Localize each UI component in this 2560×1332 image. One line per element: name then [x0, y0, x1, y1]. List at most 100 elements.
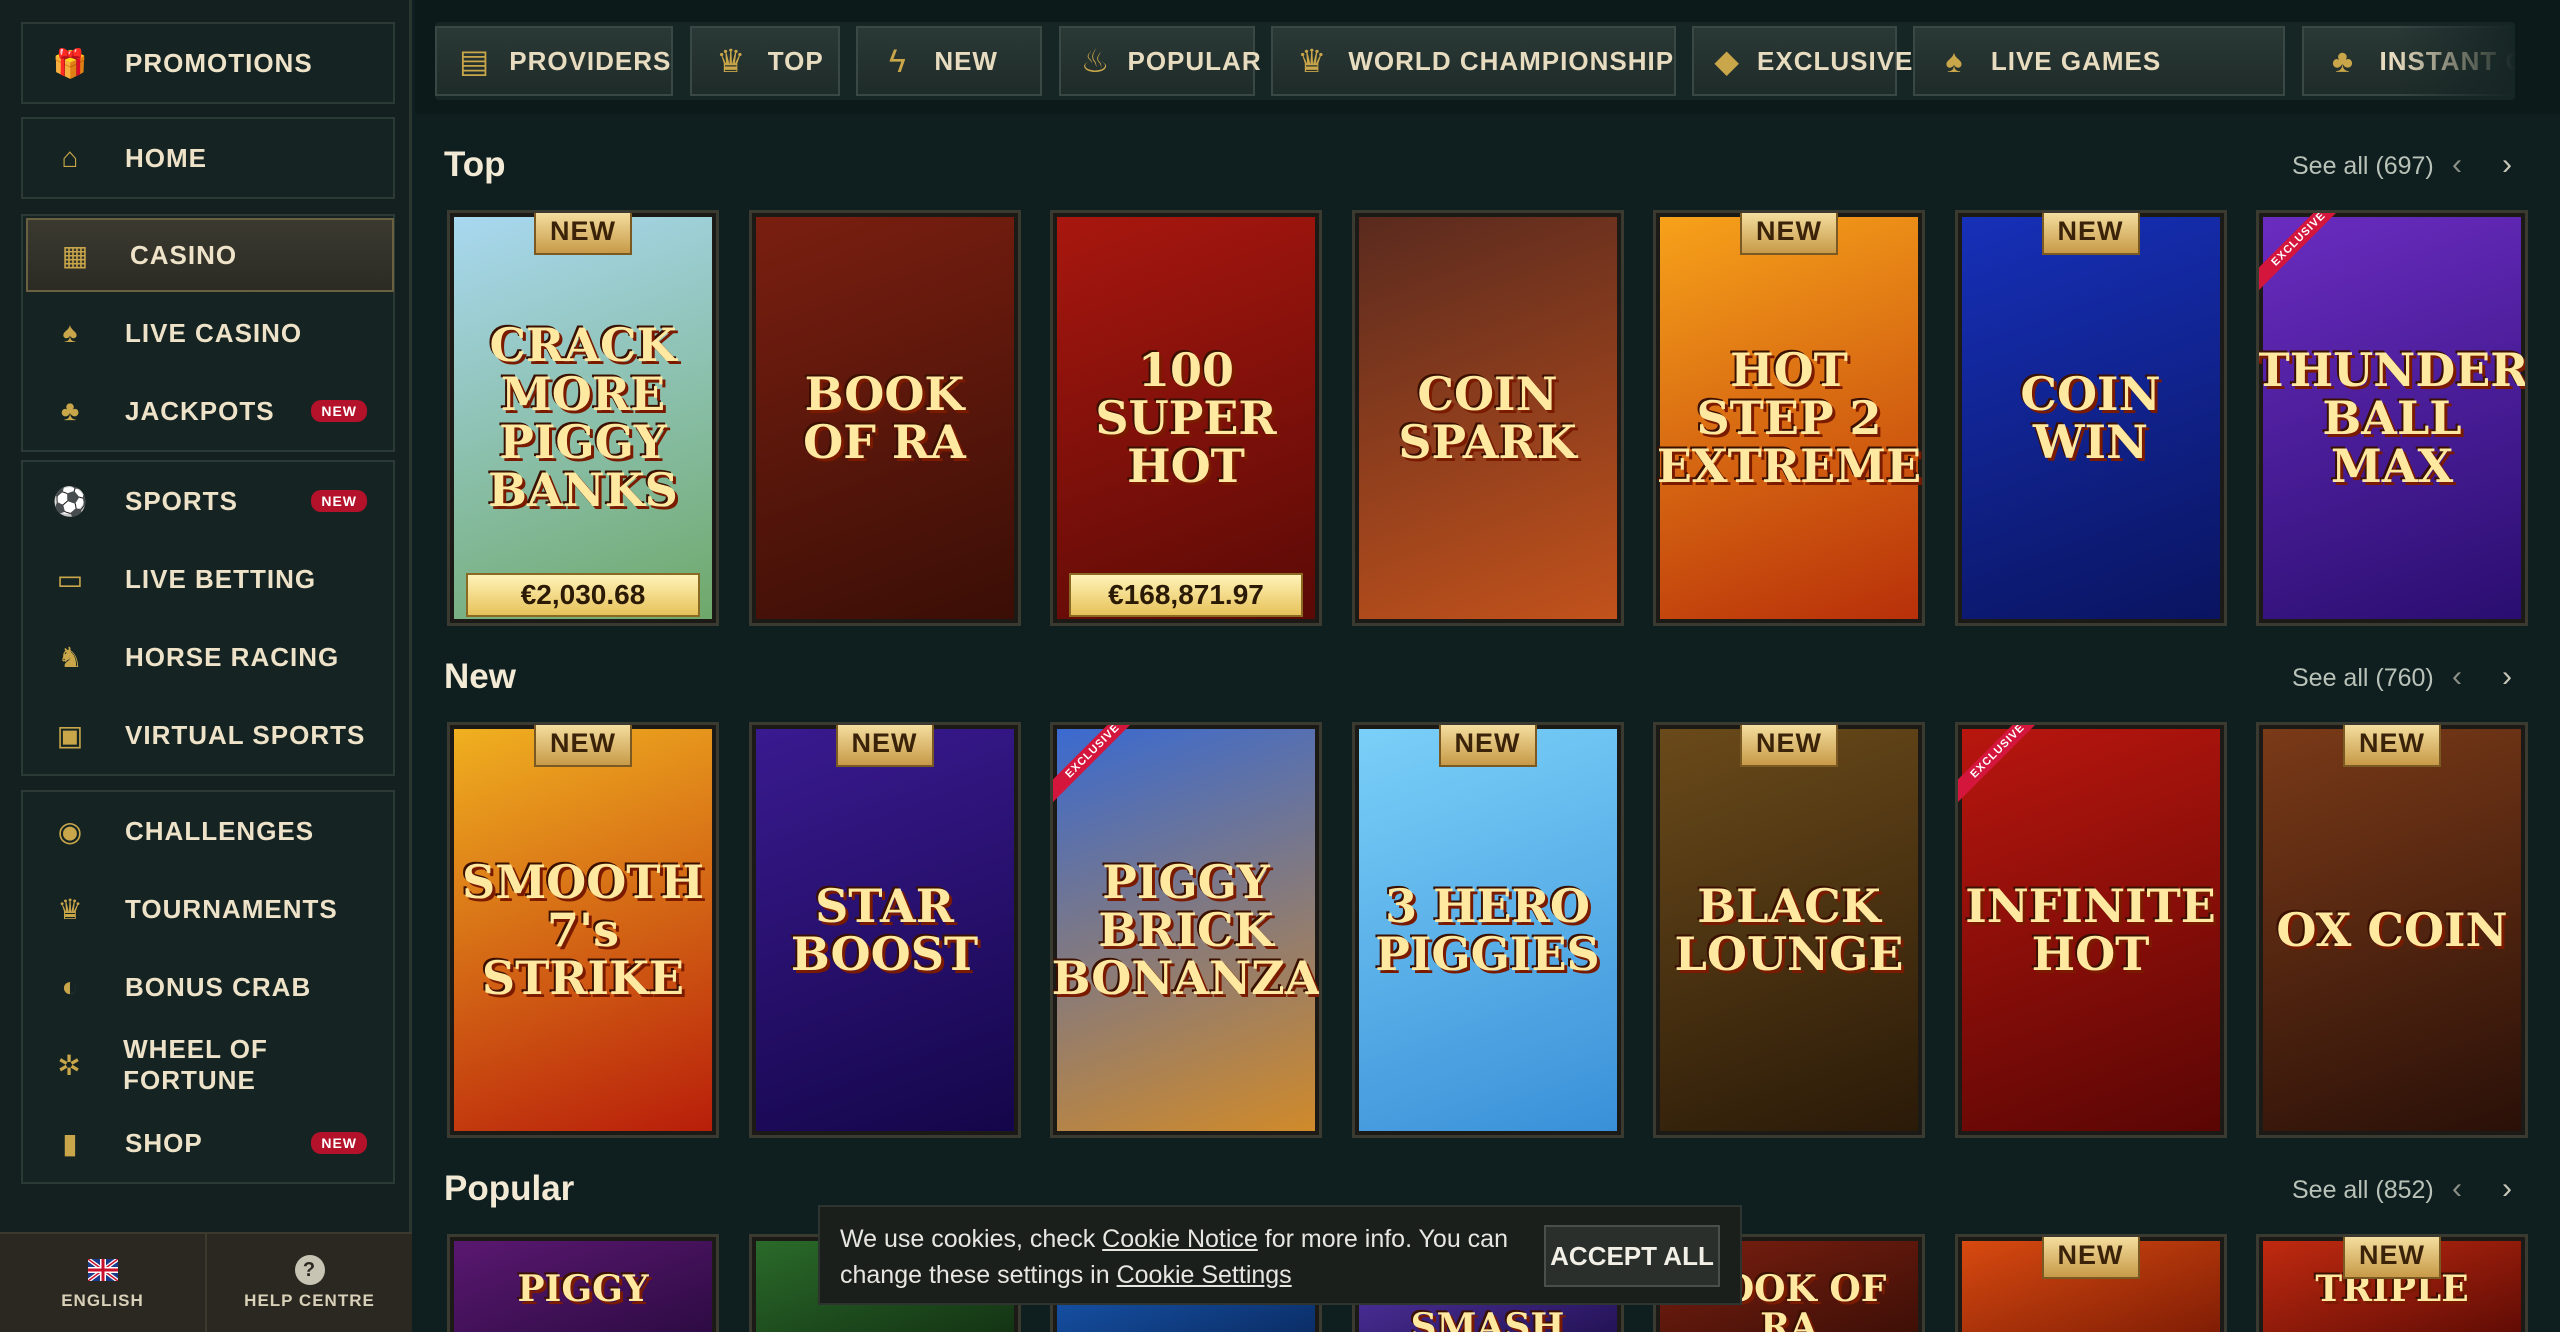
game-card[interactable]: STAR BOOST NEW — [748, 722, 1021, 1138]
game-card[interactable]: TRIPLE NEW — [2256, 1234, 2528, 1332]
new-next-arrow-icon[interactable]: › — [2502, 660, 2512, 694]
new-prev-arrow-icon[interactable]: ‹ — [2452, 660, 2462, 694]
tab-providers[interactable]: ▤ PROVIDERS — [435, 26, 674, 96]
wheel-icon: ✲ — [57, 1049, 81, 1081]
new-ribbon: NEW — [2041, 1237, 2140, 1279]
sidebar-item-sports[interactable]: ⚽ SPORTS NEW — [23, 462, 393, 540]
cookie-settings-link[interactable]: Cookie Settings — [1117, 1261, 1292, 1289]
sidebar-item-home[interactable]: ⌂ HOME — [23, 119, 393, 197]
game-card[interactable]: 3 HERO PIGGIES NEW — [1351, 722, 1624, 1138]
tab-exclusive[interactable]: ◆ EXCLUSIVE — [1692, 26, 1912, 96]
trophy-icon: ♛ — [57, 893, 83, 925]
sidebar-item-promotions[interactable]: 🎁 PROMOTIONS — [23, 24, 393, 102]
tv-icon: ▣ — [56, 719, 84, 751]
sidebar-item-tournaments[interactable]: ♛ TOURNAMENTS — [23, 870, 393, 948]
game-card[interactable]: SMOOTH 7's STRIKE NEW — [447, 722, 719, 1138]
game-artwork: BLACK LOUNGE — [1660, 729, 1918, 1131]
sidebar-item-casino[interactable]: ▦ CASINO — [26, 218, 394, 292]
help-centre-button[interactable]: ? HELP CENTRE — [207, 1234, 412, 1332]
sidebar-item-label: CASINO — [130, 239, 238, 270]
sidebar-item-jackpots[interactable]: ♣ JACKPOTS NEW — [23, 372, 393, 450]
popular-prev-arrow-icon[interactable]: ‹ — [2452, 1172, 2462, 1206]
game-card[interactable]: NEW — [1954, 1234, 2227, 1332]
sidebar-item-challenges[interactable]: ◉ CHALLENGES — [23, 792, 393, 870]
see-all-new-link[interactable]: See all (760) — [2292, 664, 2434, 693]
game-card[interactable]: THUNDER BALL MAX EXCLUSIVE — [2256, 210, 2528, 626]
game-artwork: 100 SUPER HOT — [1057, 217, 1315, 619]
new-ribbon: NEW — [534, 725, 632, 767]
top-next-arrow-icon[interactable]: › — [2502, 148, 2512, 182]
new-badge: NEW — [311, 1132, 367, 1154]
tab-label: LIVE GAMES — [1990, 45, 2162, 76]
game-card[interactable]: OX COIN NEW — [2256, 722, 2528, 1138]
sidebar-item-wheel-of-fortune[interactable]: ✲ WHEEL OF FORTUNE — [23, 1026, 393, 1104]
game-artwork: PIGGY BRICK BONANZA — [1053, 729, 1319, 1131]
providers-icon: ▤ — [459, 43, 490, 79]
new-badge: NEW — [311, 490, 367, 512]
accept-all-button[interactable]: ACCEPT ALL — [1544, 1225, 1720, 1287]
game-card[interactable]: INFINITE HOT EXCLUSIVE — [1954, 722, 2227, 1138]
sidebar-item-horse-racing[interactable]: ♞ HORSE RACING — [23, 618, 393, 696]
top-prev-arrow-icon[interactable]: ‹ — [2452, 148, 2462, 182]
new-ribbon: NEW — [534, 213, 632, 255]
game-card[interactable]: CRACK MORE PIGGY BANKS NEW €2,030.68 — [447, 210, 719, 626]
game-artwork: HOT STEP 2 EXTREME — [1657, 217, 1921, 619]
game-card[interactable]: HOT STEP 2 EXTREME NEW — [1653, 210, 1925, 626]
game-title: OX COIN — [2276, 902, 2508, 957]
language-button[interactable]: ENGLISH — [0, 1234, 207, 1332]
game-title: SMOOTH 7's STRIKE — [462, 854, 704, 1006]
sidebar-item-label: CHALLENGES — [125, 815, 315, 846]
gift-icon: 🎁 — [52, 47, 88, 79]
horse-icon: ♞ — [57, 641, 83, 673]
sidebar-item-label: LIVE BETTING — [125, 563, 317, 594]
game-title: 3 HERO PIGGIES — [1375, 878, 1600, 981]
game-card[interactable]: PIGGY BRICK BONANZA EXCLUSIVE — [1050, 722, 1322, 1138]
tab-new[interactable]: ϟ NEW — [856, 26, 1043, 96]
sidebar-item-label: JACKPOTS — [125, 395, 275, 426]
game-title: BLACK LOUNGE — [1674, 878, 1904, 981]
game-card[interactable]: BLACK LOUNGE NEW — [1653, 722, 1925, 1138]
sidebar-item-shop[interactable]: ▮ SHOP NEW — [23, 1104, 393, 1182]
sidebar-item-label: VIRTUAL SPORTS — [125, 719, 366, 750]
game-title: HOT STEP 2 EXTREME — [1656, 342, 1922, 494]
sidebar-item-virtual-sports[interactable]: ▣ VIRTUAL SPORTS — [23, 696, 393, 774]
new-ribbon: NEW — [2343, 725, 2441, 767]
tab-live-games[interactable]: ♠ LIVE GAMES — [1912, 26, 2286, 96]
game-title: BOOK OF RA — [803, 366, 966, 469]
slot-machine-icon: ▦ — [61, 239, 89, 271]
sidebar-item-live-betting[interactable]: ▭ LIVE BETTING — [23, 540, 393, 618]
see-all-popular-link[interactable]: See all (852) — [2292, 1176, 2434, 1205]
cookie-notice-link[interactable]: Cookie Notice — [1102, 1225, 1258, 1253]
game-card[interactable]: 100 SUPER HOT €168,871.97 — [1050, 210, 1322, 626]
sidebar-item-bonus-crab[interactable]: ◐ BONUS CRAB — [23, 948, 393, 1026]
bag-icon: ▮ — [62, 1127, 78, 1159]
game-artwork: PIGGY — [454, 1241, 712, 1332]
game-title: PIGGY BRICK BONANZA — [1051, 854, 1321, 1006]
trophy-cup-icon: ♛ — [1297, 43, 1327, 79]
game-card[interactable]: COIN WIN NEW — [1954, 210, 2227, 626]
sidebar-item-live-casino[interactable]: ♠ LIVE CASINO — [23, 294, 393, 372]
category-tabs: ▤ PROVIDERS ♛ TOP ϟ NEW ♨ POPULAR ♛ WORLD CHAMPIO… — [435, 22, 2515, 100]
game-artwork: CRACK MORE PIGGY BANKS — [454, 217, 712, 619]
help-icon: ? — [294, 1255, 325, 1285]
tab-label: EXCLUSIVE — [1757, 45, 1914, 76]
game-artwork: STAR BOOST — [755, 729, 1014, 1131]
tab-popular[interactable]: ♨ POPULAR — [1058, 26, 1261, 96]
tab-top[interactable]: ♛ TOP — [689, 26, 840, 96]
game-title: PIGGY — [517, 1268, 649, 1310]
lightning-icon: ϟ — [888, 42, 906, 79]
tab-world-championship[interactable]: ♛ WORLD CHAMPIONSHIP — [1271, 26, 1677, 96]
game-card[interactable]: COIN SPARK — [1351, 210, 1624, 626]
game-title: 100 SUPER HOT — [1095, 342, 1277, 494]
sidebar-item-label: HORSE RACING — [125, 641, 340, 672]
new-ribbon: NEW — [2041, 213, 2140, 255]
tab-label: POPULAR — [1127, 45, 1262, 76]
new-ribbon: NEW — [835, 725, 934, 767]
game-title: INFINITE HOT — [1965, 878, 2216, 981]
section-title-popular: Popular — [444, 1169, 575, 1208]
game-card[interactable]: BOOK OF RA — [748, 210, 1021, 626]
popular-next-arrow-icon[interactable]: › — [2502, 1172, 2512, 1206]
see-all-top-link[interactable]: See all (697) — [2292, 152, 2434, 181]
game-card[interactable]: PIGGY — [447, 1234, 719, 1332]
diamond-icon: ◆ — [1714, 43, 1740, 79]
